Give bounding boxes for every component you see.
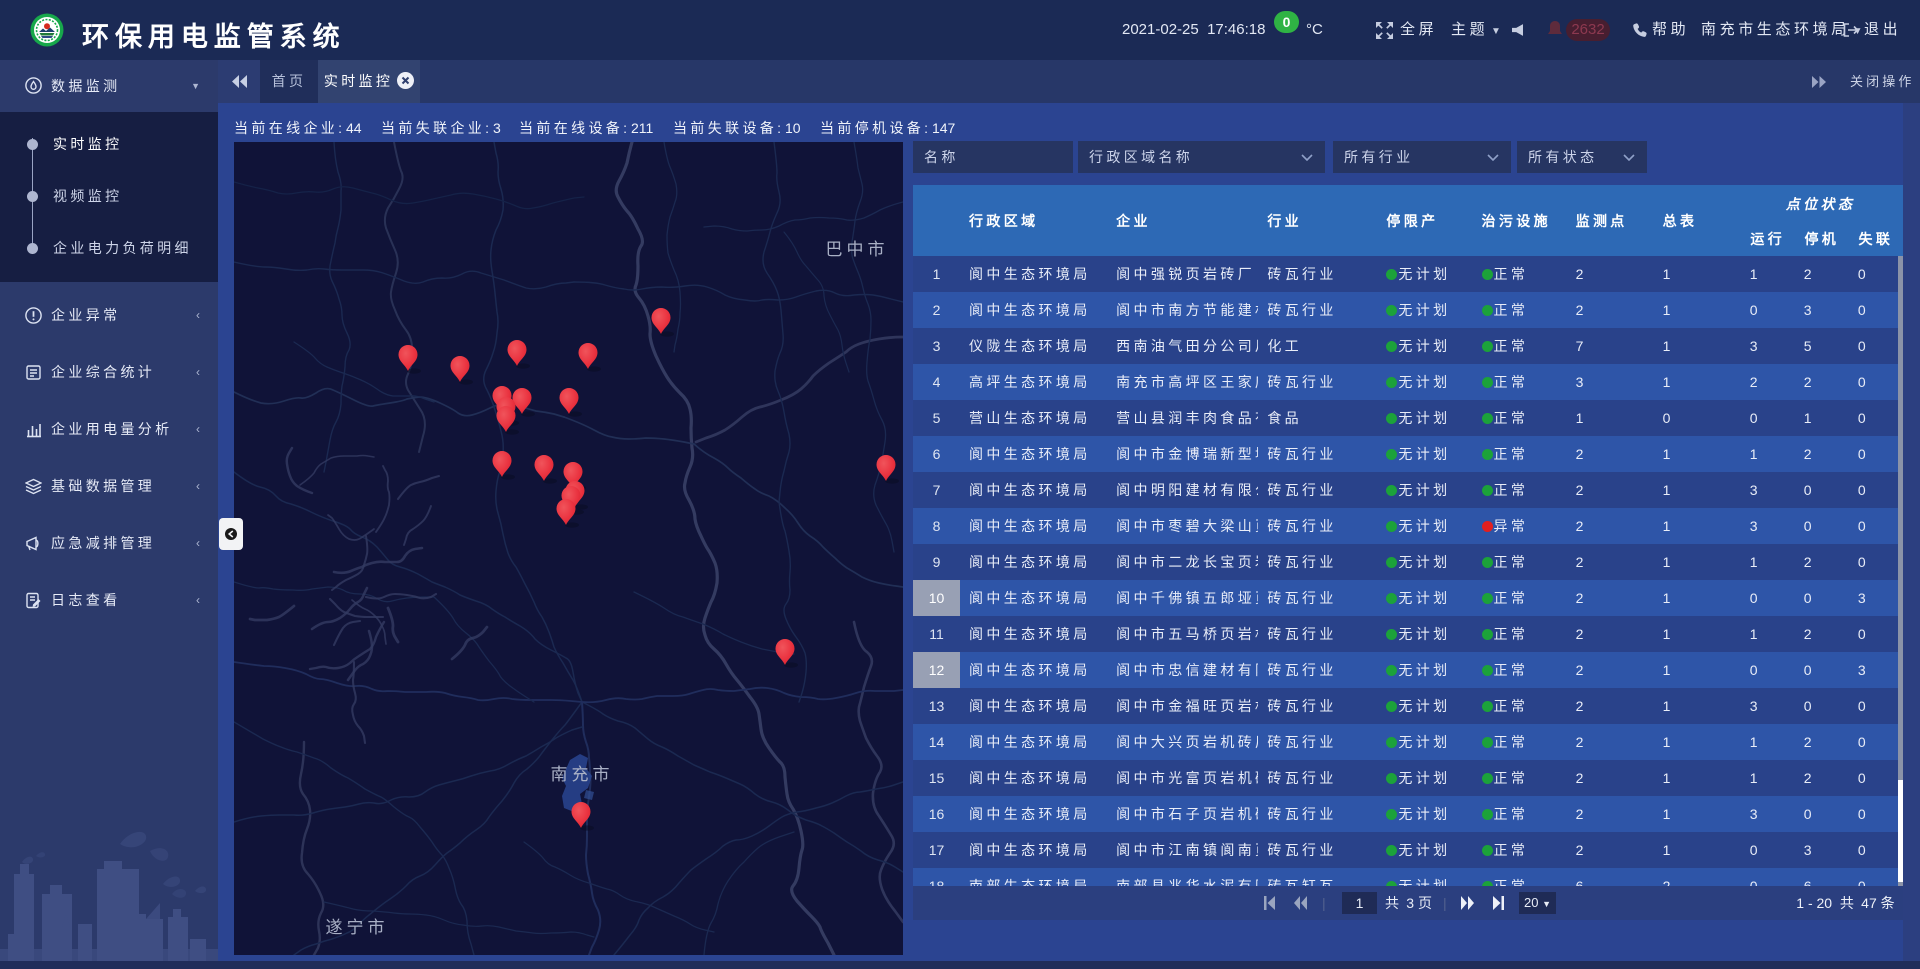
svg-text:遂宁市: 遂宁市 <box>326 918 389 937</box>
svg-text:南充市: 南充市 <box>551 765 614 784</box>
svg-text:巴中市: 巴中市 <box>826 240 889 259</box>
